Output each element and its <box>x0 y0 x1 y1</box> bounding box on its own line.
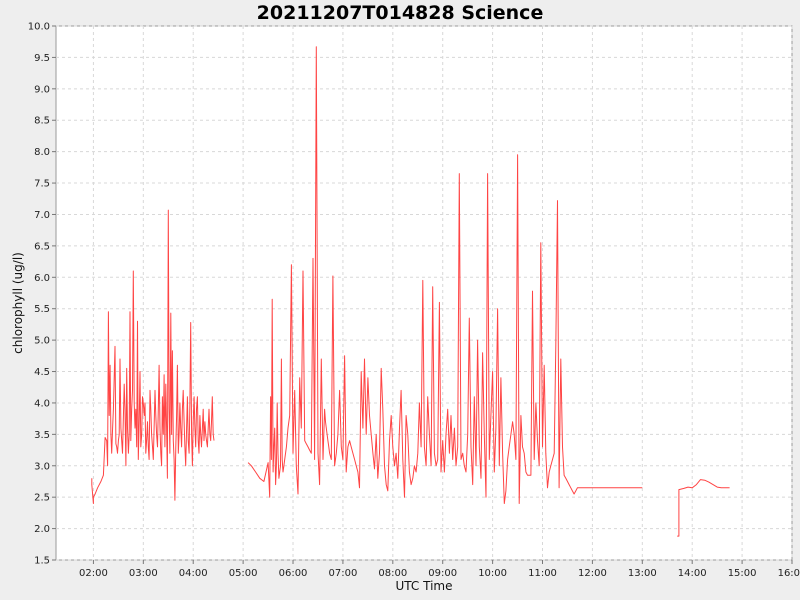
y-axis-label: chlorophyll (ug/l) <box>11 252 25 354</box>
y-tick-label: 2.0 <box>34 524 50 535</box>
x-tick-label: 08:00 <box>378 568 407 579</box>
plot-area <box>55 25 793 561</box>
x-tick-label: 13:00 <box>628 568 657 579</box>
y-tick-label: 1.5 <box>34 556 50 567</box>
x-tick-label: 03:00 <box>129 568 158 579</box>
x-tick-label: 10:00 <box>478 568 507 579</box>
x-tick-label: 11:00 <box>528 568 557 579</box>
y-tick-label: 6.0 <box>34 273 50 284</box>
y-tick-label: 3.5 <box>34 430 50 441</box>
x-tick-label: 16:00 <box>778 568 800 579</box>
y-tick-label: 5.5 <box>34 304 50 315</box>
y-tick-label: 6.5 <box>34 241 50 252</box>
y-tick-label: 2.5 <box>34 493 50 504</box>
y-tick-label: 10.0 <box>28 22 50 33</box>
y-tick-label: 4.5 <box>34 367 50 378</box>
x-tick-label: 12:00 <box>578 568 607 579</box>
x-tick-label: 02:00 <box>79 568 108 579</box>
y-tick-label: 5.0 <box>34 336 50 347</box>
x-tick-label: 07:00 <box>329 568 358 579</box>
x-tick-label: 04:00 <box>179 568 208 579</box>
y-tick-label: 3.0 <box>34 461 50 472</box>
y-tick-label: 9.5 <box>34 53 50 64</box>
y-tick-label: 8.5 <box>34 116 50 127</box>
y-tick-label: 7.5 <box>34 179 50 190</box>
y-tick-label: 7.0 <box>34 210 50 221</box>
chart-plot: 1.5 2.0 2.5 3.0 3.5 4.0 4.5 5.0 5.5 6.0 6.5 7.0 7.5 8… <box>11 22 800 594</box>
x-tick-label: 05:00 <box>229 568 258 579</box>
x-tick-label: 14:00 <box>678 568 707 579</box>
y-tick-label: 9.0 <box>34 84 50 95</box>
y-tick-label: 4.0 <box>34 398 50 409</box>
x-tick-label: 06:00 <box>279 568 308 579</box>
x-tick-label: 09:00 <box>428 568 457 579</box>
y-tick-label: 8.0 <box>34 147 50 158</box>
x-tick-label: 15:00 <box>728 568 757 579</box>
x-axis-label: UTC Time <box>396 579 453 593</box>
